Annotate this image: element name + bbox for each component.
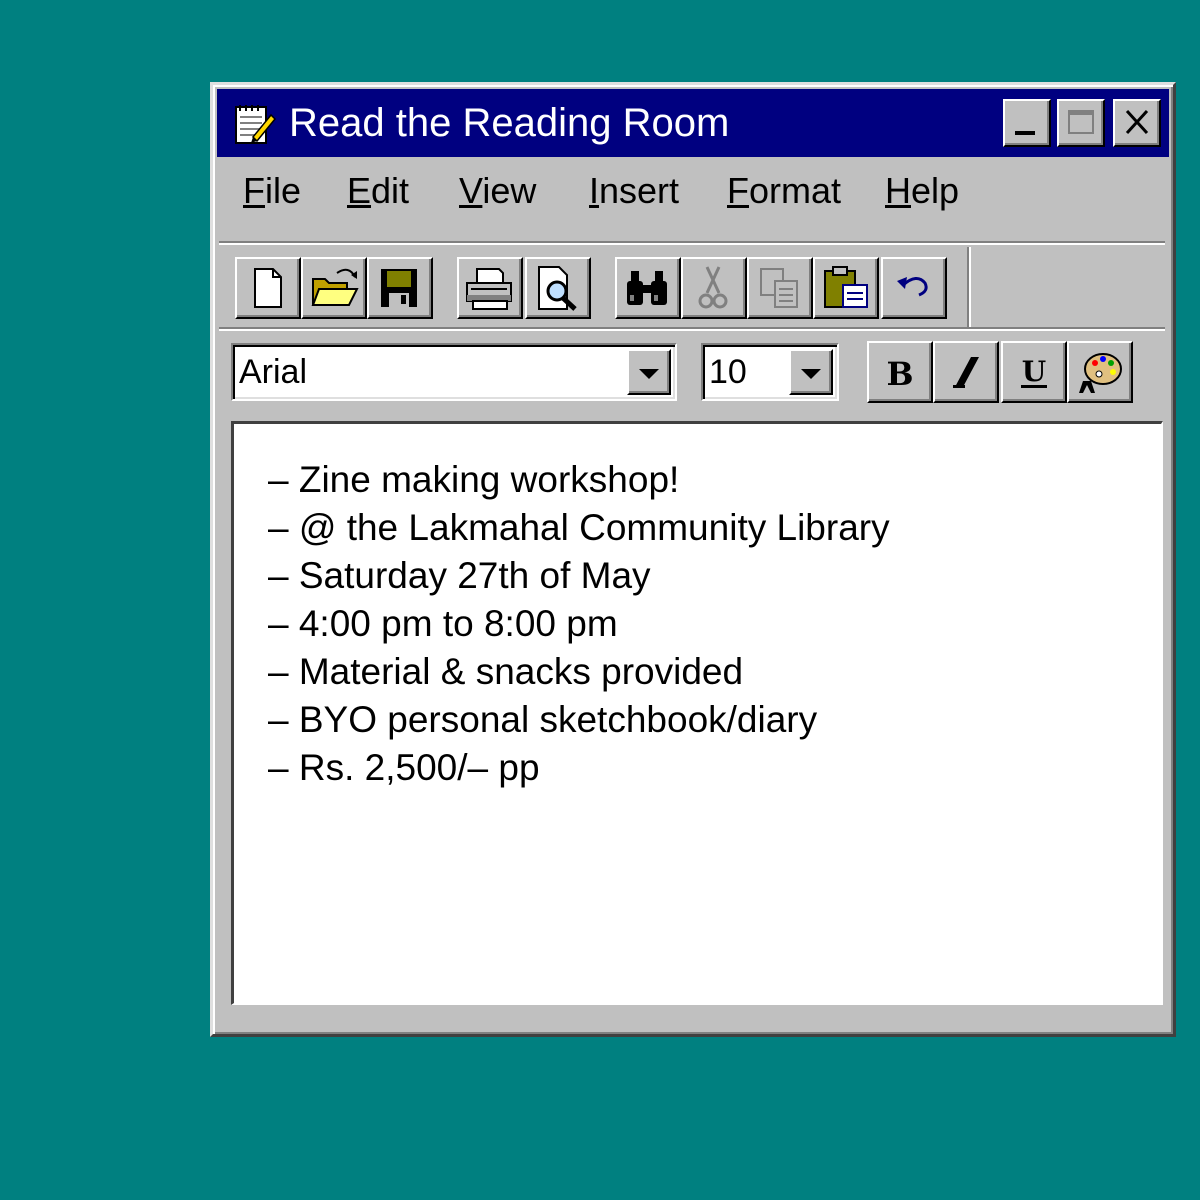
chevron-down-icon [801,369,821,379]
menu-bar: File Edit View Insert Format Help [217,163,1169,221]
document-line: – Rs. 2,500/– pp [268,747,540,788]
font-dropdown-button[interactable] [627,349,671,395]
save-button[interactable] [367,257,433,319]
minimize-icon [1015,131,1035,135]
open-button[interactable] [301,257,367,319]
close-button[interactable] [1113,99,1161,147]
maximize-button[interactable] [1057,99,1105,147]
document-line: – Material & snacks provided [268,651,744,692]
document-line: – 4:00 pm to 8:00 pm [268,603,618,644]
font-size-dropdown-button[interactable] [789,349,833,395]
close-icon [1125,109,1149,135]
open-folder-icon [311,268,359,306]
font-size-select[interactable]: 10 [701,343,839,401]
svg-text:B: B [886,355,913,393]
color-palette-icon [1079,353,1122,393]
toolbar-separator [967,247,971,329]
new-document-icon [254,268,282,308]
document-area[interactable]: – Zine making workshop! – @ the Lakmahal… [231,421,1163,1005]
find-button[interactable] [615,257,681,319]
save-disk-icon [381,269,417,307]
underline-icon: U [1021,355,1047,388]
menu-edit[interactable]: Edit [347,169,409,213]
bold-button[interactable]: B [867,341,933,403]
title-bar[interactable]: Read the Reading Room [217,89,1169,157]
svg-text:U: U [1022,355,1046,388]
notepad-icon [235,105,277,144]
document-line: – Zine making workshop! [268,459,680,500]
font-value: Arial [239,353,308,391]
print-preview-icon [538,266,577,311]
menu-help[interactable]: Help [885,169,959,213]
toolbar-divider [219,327,1165,331]
undo-button[interactable] [881,257,947,319]
copy-icon [760,268,798,308]
menu-insert[interactable]: Insert [589,169,679,213]
print-icon [466,268,512,310]
wordpad-window: Read the Reading Room File Edit View Ins… [210,82,1176,1037]
menu-file[interactable]: File [243,169,301,213]
window-title: Read the Reading Room [289,101,730,145]
document-text: – Zine making workshop! – @ the Lakmahal… [268,456,890,792]
undo-icon [897,277,928,297]
paste-icon [824,266,868,308]
maximize-icon [1068,110,1094,134]
find-binoculars-icon [627,271,667,305]
menu-separator [219,241,1165,245]
new-button[interactable] [235,257,301,319]
copy-button[interactable] [747,257,813,319]
print-button[interactable] [457,257,523,319]
underline-button[interactable]: U [1001,341,1067,403]
chevron-down-icon [639,369,659,379]
document-line: – BYO personal sketchbook/diary [268,699,818,740]
color-button[interactable] [1067,341,1133,403]
cut-scissors-icon [698,266,728,309]
print-preview-button[interactable] [525,257,591,319]
bold-icon: B [886,355,913,393]
document-line: – @ the Lakmahal Community Library [268,507,890,548]
paste-button[interactable] [813,257,879,319]
minimize-button[interactable] [1003,99,1051,147]
menu-format[interactable]: Format [727,169,841,213]
menu-view[interactable]: View [459,169,536,213]
document-line: – Saturday 27th of May [268,555,651,596]
font-size-value: 10 [709,353,747,391]
font-select[interactable]: Arial [231,343,677,401]
italic-icon [953,357,979,388]
cut-button[interactable] [681,257,747,319]
italic-button[interactable] [933,341,999,403]
